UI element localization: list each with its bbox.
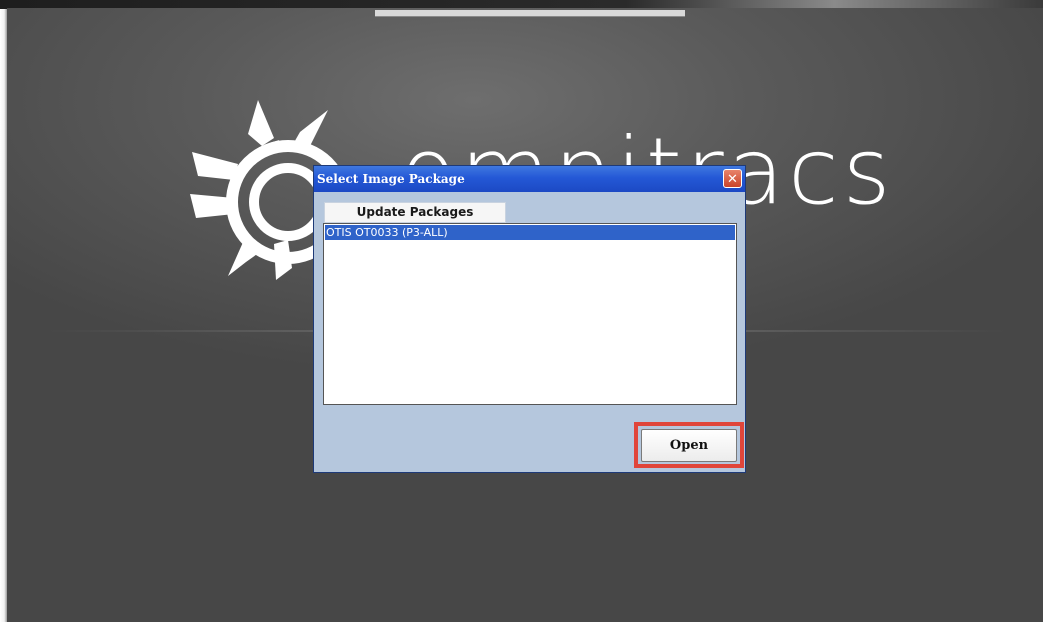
- select-image-package-dialog: Select Image Package ✕ Update Packages O…: [313, 165, 746, 473]
- package-list[interactable]: OTIS OT0033 (P3-ALL): [323, 223, 737, 405]
- dialog-title: Select Image Package: [317, 172, 465, 186]
- open-button[interactable]: Open: [641, 429, 737, 462]
- top-bar-indicator: [375, 10, 685, 17]
- dialog-titlebar[interactable]: Select Image Package ✕: [314, 166, 745, 192]
- list-item-package[interactable]: OTIS OT0033 (P3-ALL): [325, 225, 735, 240]
- close-icon: ✕: [727, 171, 738, 186]
- device-left-bezel: [0, 9, 7, 622]
- update-packages-column-header[interactable]: Update Packages: [324, 202, 506, 223]
- close-button[interactable]: ✕: [723, 169, 742, 188]
